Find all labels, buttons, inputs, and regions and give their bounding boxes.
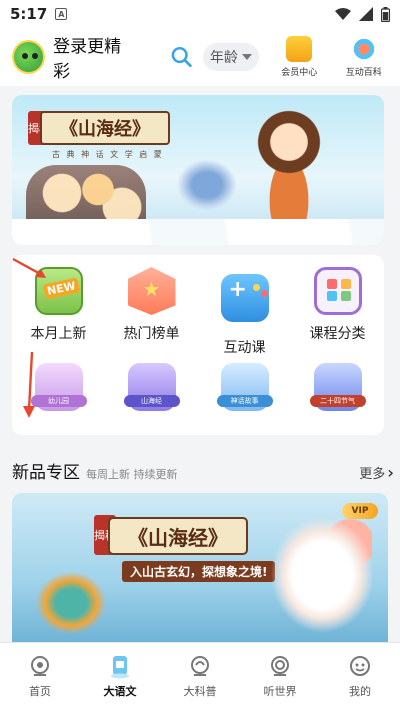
hero-banner[interactable]: 揭秘 《山海经》 古 典 神 话 文 学 启 蒙	[12, 95, 384, 245]
category-interactive-class[interactable]: 互动课	[198, 267, 291, 357]
banner-bird-illustration	[172, 155, 242, 215]
profile-icon	[350, 656, 370, 676]
promo-bird-illustration	[26, 563, 116, 643]
solar-terms-icon: 二十四节气	[309, 363, 366, 411]
annotation-arrow-right-icon	[12, 257, 46, 278]
myth-story-icon: 神话故事	[216, 363, 273, 411]
banner-title: 《山海经》	[40, 111, 170, 145]
promo-slogan: 入山古玄幻，探想象之境!	[122, 561, 276, 582]
login-prompt[interactable]: 登录更精彩	[53, 32, 135, 82]
series-tag: 山海经	[123, 395, 180, 407]
tab-science[interactable]: 大科普	[160, 643, 240, 710]
category-row-series: 幼儿园 山海经 神话故事 二十四节气	[12, 363, 384, 411]
double-chevron-right-icon: ››	[387, 463, 393, 482]
signal-icon	[359, 7, 373, 21]
status-bar: 5:17 A	[0, 0, 400, 28]
banner-cloud-waves	[12, 219, 384, 245]
banner-girl-illustration	[244, 103, 334, 233]
tab-label: 大语文	[103, 685, 137, 698]
status-time: 5:17	[10, 5, 48, 23]
category-label: 互动课	[223, 340, 266, 356]
more-label: 更多	[359, 467, 386, 482]
listen-icon	[271, 656, 289, 676]
home-icon	[31, 656, 49, 676]
notification-app-icon: A	[55, 8, 68, 20]
series-tag: 二十四节气	[309, 395, 366, 407]
science-icon	[191, 656, 209, 676]
tab-chinese[interactable]: 大语文	[80, 643, 160, 710]
kindergarten-icon: 幼儿园	[30, 363, 87, 411]
interactive-encyclopedia-button[interactable]: 互动百科	[340, 36, 388, 78]
chinese-book-icon	[111, 656, 129, 679]
category-row-main: 本月上新 热门榜单 互动课 课程分类	[12, 267, 384, 357]
category-course-classification[interactable]: 课程分类	[291, 267, 384, 357]
encyclopedia-label: 互动百科	[345, 68, 382, 78]
vip-center-button[interactable]: 会员中心	[275, 36, 323, 78]
category-label: 热门榜单	[123, 326, 180, 342]
series-shanhaijing[interactable]: 山海经	[105, 363, 198, 411]
wifi-icon	[335, 8, 351, 20]
status-right-icons	[335, 6, 390, 22]
promo-nine-tailed-fox-illustration	[262, 519, 372, 643]
tab-label: 首页	[29, 685, 51, 698]
vip-crown-icon	[286, 36, 313, 62]
bottom-tab-bar: 首页 大语文 大科普 听世界 我的	[0, 642, 400, 710]
new-products-header: 新品专区 每周上新 持续更新 更多 ››	[12, 458, 393, 484]
app-header: 登录更精彩 年龄 会员中心 互动百科	[0, 28, 400, 86]
vip-badge: VIP	[342, 503, 378, 519]
banner-subtitle: 古 典 神 话 文 学 启 蒙	[52, 150, 164, 159]
star-badge-icon	[127, 267, 176, 315]
section-subtitle: 每周上新 持续更新	[86, 468, 178, 481]
vip-center-label: 会员中心	[281, 68, 318, 78]
age-selector-label: 年龄	[209, 50, 238, 66]
category-label: 本月上新	[30, 326, 87, 342]
more-link[interactable]: 更多 ››	[359, 463, 393, 482]
promo-title: 《山海经》	[108, 517, 248, 555]
app-logo-avatar[interactable]	[12, 40, 46, 74]
tab-label: 大科普	[183, 685, 217, 698]
series-myth-stories[interactable]: 神话故事	[198, 363, 291, 411]
category-card: 本月上新 热门榜单 互动课 课程分类 幼儿园 山海经 神话故事	[12, 255, 384, 435]
tab-label: 我的	[349, 685, 371, 698]
tab-label: 听世界	[263, 685, 297, 698]
annotation-arrow-down-icon	[23, 351, 35, 418]
section-title: 新品专区	[12, 463, 80, 483]
series-tag: 神话故事	[216, 395, 273, 407]
search-icon[interactable]	[170, 45, 193, 69]
category-board-icon	[313, 267, 362, 315]
tab-profile[interactable]: 我的	[320, 643, 400, 710]
series-solar-terms[interactable]: 二十四节气	[291, 363, 384, 411]
tab-listen[interactable]: 听世界	[240, 643, 320, 710]
category-label: 课程分类	[309, 326, 366, 342]
tab-home[interactable]: 首页	[0, 643, 80, 710]
battery-icon	[381, 6, 390, 22]
gamepad-icon	[220, 274, 269, 322]
category-hot-ranking[interactable]: 热门榜单	[105, 267, 198, 357]
encyclopedia-icon	[350, 36, 377, 62]
shanhaijing-icon: 山海经	[123, 363, 180, 411]
age-selector[interactable]: 年龄	[202, 43, 260, 71]
chevron-down-icon	[241, 54, 252, 60]
promo-card-shanhaijing[interactable]: VIP 揭秘 《山海经》 入山古玄幻，探想象之境!	[12, 493, 388, 643]
